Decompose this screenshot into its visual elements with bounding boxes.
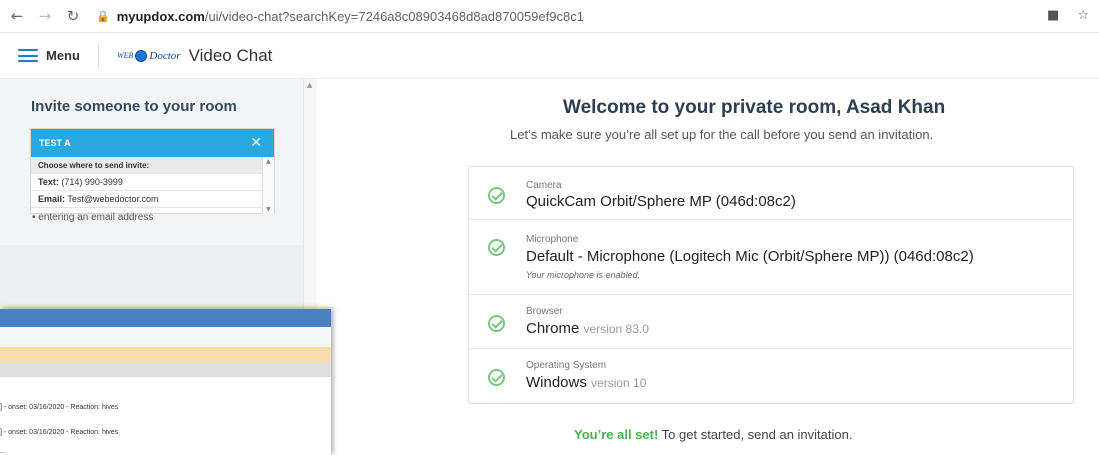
choose-label: Choose where to send invite: <box>31 157 262 174</box>
overlay-titlebar <box>0 309 331 327</box>
overlay-highlight-bar <box>0 347 331 363</box>
browser-version: version 83.0 <box>583 322 649 336</box>
app-header: Menu WEB Doctor Video Chat <box>0 33 1099 79</box>
text-option[interactable]: Text: (714) 990-3999 <box>31 174 262 191</box>
invite-title: Invite someone to your room <box>31 98 237 115</box>
device-check-list: Camera QuickCam Orbit/Sphere MP (046d:08… <box>468 166 1074 404</box>
check-microphone: Microphone Default - Microphone (Logitec… <box>469 220 1073 295</box>
check-circle-icon <box>488 315 505 332</box>
url-path: /ui/video-chat?searchKey=7246a8c08903468… <box>204 8 584 24</box>
welcome-heading: Welcome to your private room, Asad Khan <box>563 97 946 118</box>
url-host: myupdox.com <box>116 8 205 24</box>
os-version: version 10 <box>591 376 647 390</box>
menu-button[interactable]: Menu <box>18 48 80 63</box>
address-bar[interactable]: 🔒 myupdox.com/ui/video-chat?searchKey=72… <box>96 9 584 24</box>
check-browser: Browser Chrome version 83.0 <box>469 295 1073 349</box>
check-value: Default - Microphone (Logitech Mic (Orbi… <box>526 248 974 265</box>
bookmark-star-icon[interactable]: ☆ <box>1077 8 1089 23</box>
check-operating-system: Operating System Windows version 10 <box>469 349 1073 403</box>
check-value: Chrome version 83.0 <box>526 320 649 337</box>
check-label: Microphone <box>526 234 579 245</box>
check-label: Operating System <box>526 360 607 371</box>
lock-icon: 🔒 <box>96 10 110 23</box>
globe-icon <box>135 49 148 62</box>
overlay-header-row <box>0 363 331 377</box>
close-icon[interactable]: ✕ <box>250 135 262 151</box>
header-divider <box>97 41 99 70</box>
hamburger-icon <box>18 49 38 62</box>
check-label: Camera <box>526 180 562 191</box>
email-option[interactable]: Email: Test@webedoctor.com <box>31 191 262 208</box>
scroll-down-icon: ▼ <box>266 206 271 213</box>
check-value: QuickCam Orbit/Sphere MP (046d:08c2) <box>526 193 796 210</box>
contact-name: TEST A <box>39 138 71 148</box>
forward-icon[interactable]: → <box>34 5 56 27</box>
back-icon[interactable]: ← <box>6 5 28 27</box>
browser-toolbar: ← → ↻ 🔒 myupdox.com/ui/video-chat?search… <box>0 0 1099 33</box>
invite-hint: • entering an email address <box>32 212 154 223</box>
overlay-allergy-line: ] - onset: 03/16/2020 - Reaction: hives <box>0 404 119 411</box>
webedoctor-logo: WEB Doctor <box>116 49 181 62</box>
menu-label: Menu <box>46 48 80 63</box>
camera-icon[interactable]: ■ <box>1047 8 1059 23</box>
check-circle-icon <box>488 187 505 204</box>
overlay-allergy-line: ... <box>0 448 6 455</box>
all-set-message: You’re all set! To get started, send an … <box>574 427 853 442</box>
reload-icon[interactable]: ↻ <box>62 5 84 27</box>
check-circle-icon <box>488 369 505 386</box>
overlay-toolbar <box>0 327 331 347</box>
invite-card: TEST A ✕ Choose where to send invite: Te… <box>30 128 275 214</box>
microphone-status-note: Your microphone is enabled. <box>526 270 641 280</box>
welcome-subtitle: Let’s make sure you’re all set up for th… <box>510 127 934 142</box>
overlay-allergy-line: ] - onset: 03/16/2020 - Reaction: hives <box>0 429 119 436</box>
scroll-up-icon: ▲ <box>266 158 271 165</box>
list-scrollbar[interactable]: ▲ ▼ <box>262 157 274 214</box>
invite-destination-list: Choose where to send invite: Text: (714)… <box>31 157 274 214</box>
invite-card-header: TEST A ✕ <box>31 129 274 157</box>
overlay-window[interactable]: ] - onset: 03/16/2020 - Reaction: hives … <box>0 309 331 455</box>
app-title: Video Chat <box>188 45 273 65</box>
check-label: Browser <box>526 306 563 317</box>
check-circle-icon <box>488 239 505 256</box>
check-value: Windows version 10 <box>526 374 647 391</box>
check-camera: Camera QuickCam Orbit/Sphere MP (046d:08… <box>469 167 1073 220</box>
